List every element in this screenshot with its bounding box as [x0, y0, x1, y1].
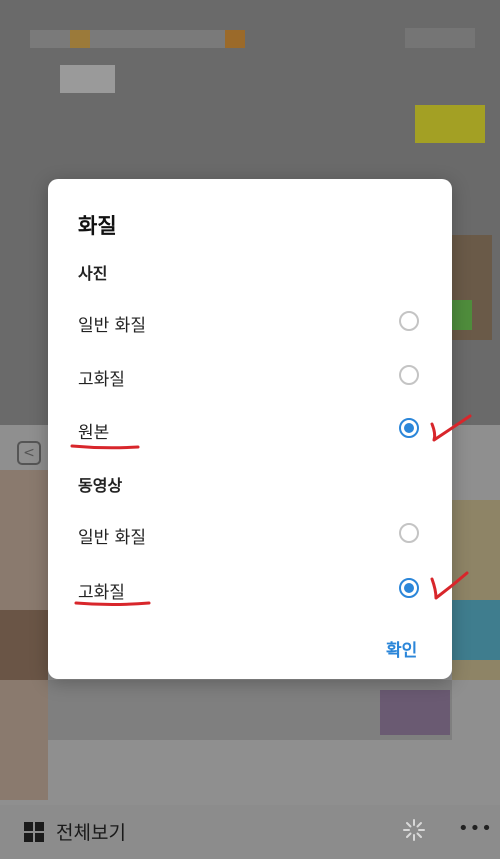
option-label: 고화질: [78, 370, 125, 390]
blurred-block: [0, 610, 48, 680]
radio-button[interactable]: [399, 523, 419, 543]
blurred-header: [30, 30, 240, 48]
view-all-button[interactable]: 전체보기: [56, 818, 126, 845]
option-photo-high[interactable]: 고화질: [48, 350, 452, 402]
option-video-high[interactable]: 고화질: [48, 563, 452, 615]
dialog-title: 화질: [78, 214, 117, 238]
blurred-block: [452, 300, 472, 330]
quality-dialog: 화질 사진 일반 화질 고화질 원본 동영상 일반 화질 고화질 확인: [48, 179, 452, 679]
option-label: 원본: [78, 423, 110, 443]
option-photo-normal[interactable]: 일반 화질: [48, 296, 452, 348]
blurred-block: [225, 30, 245, 48]
blurred-block: [380, 690, 450, 735]
option-label: 일반 화질: [78, 316, 146, 336]
radio-button[interactable]: [399, 365, 419, 385]
blurred-block: [60, 65, 115, 93]
radio-button-selected[interactable]: [399, 418, 419, 438]
blurred-block: [70, 30, 90, 48]
blurred-block: [415, 105, 485, 143]
option-video-normal[interactable]: 일반 화질: [48, 508, 452, 560]
more-options-icon[interactable]: •••: [458, 818, 493, 839]
radio-button[interactable]: [399, 311, 419, 331]
section-label-photo: 사진: [78, 264, 108, 283]
blurred-block: [452, 600, 500, 660]
radio-button-selected[interactable]: [399, 578, 419, 598]
section-label-video: 동영상: [78, 476, 123, 495]
back-icon[interactable]: <: [17, 441, 41, 465]
option-label: 고화질: [78, 583, 125, 603]
grid-icon[interactable]: [24, 822, 44, 842]
loading-spinner-icon: [403, 819, 425, 841]
option-photo-original[interactable]: 원본: [48, 403, 452, 455]
confirm-button[interactable]: 확인: [386, 636, 417, 661]
option-label: 일반 화질: [78, 528, 146, 548]
blurred-block: [405, 28, 475, 48]
